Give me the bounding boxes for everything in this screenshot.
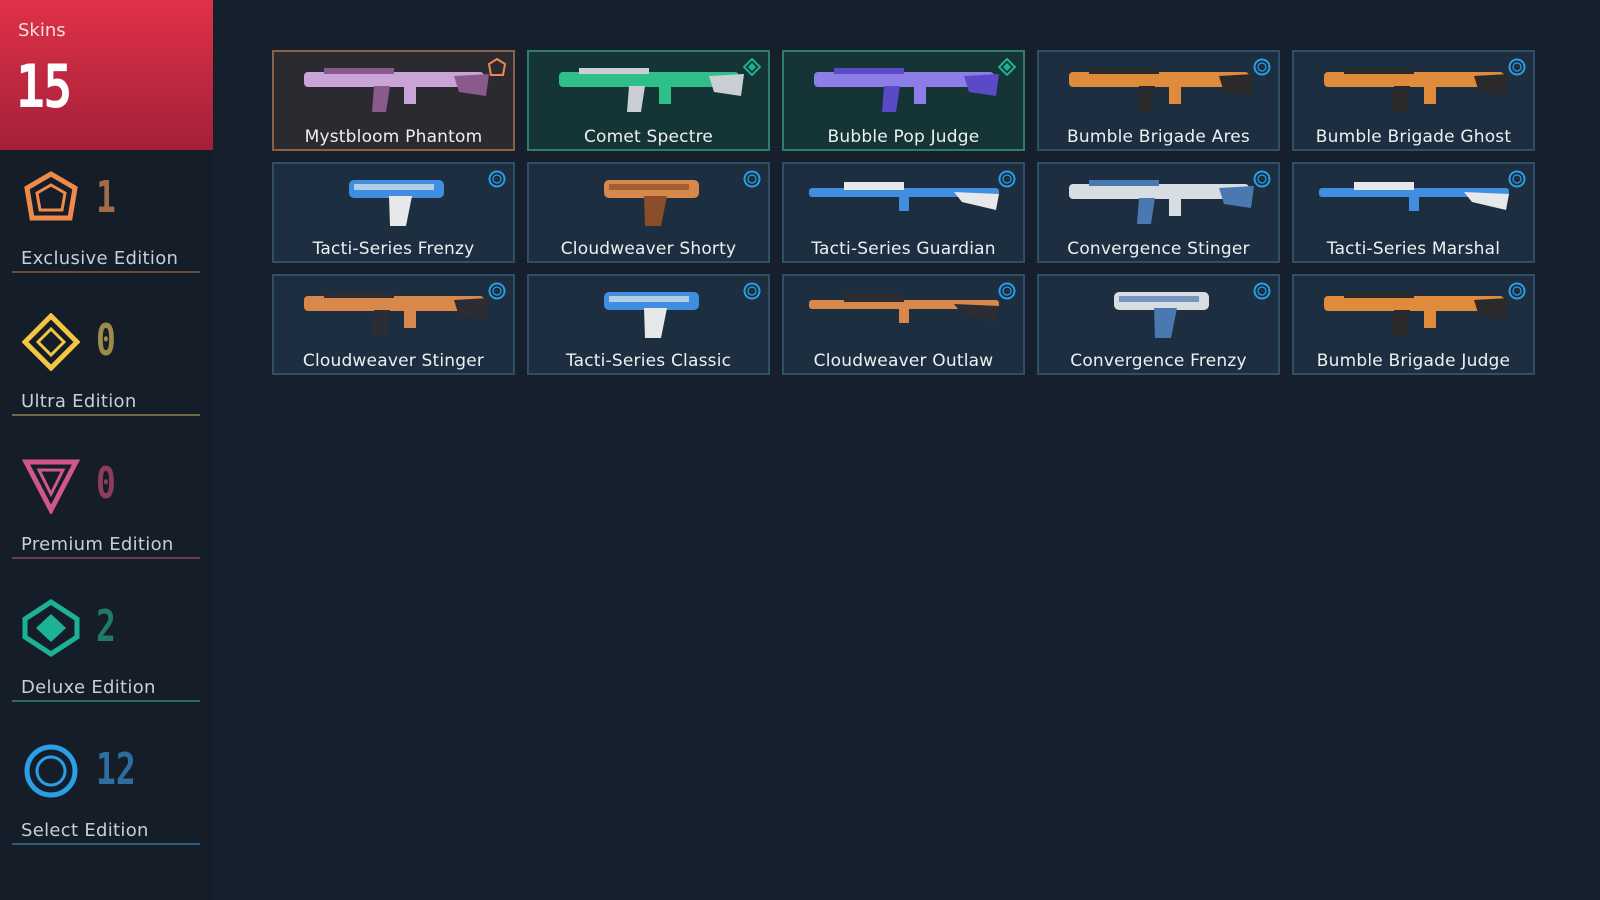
skin-name: Cloudweaver Outlaw — [813, 351, 994, 371]
select-badge-icon — [998, 170, 1016, 188]
skin-card[interactable]: Bumble Brigade Ghost — [1292, 50, 1535, 151]
tier-exclusive[interactable]: 1 Exclusive Edition — [12, 170, 202, 273]
select-circle-icon — [24, 744, 78, 798]
tier-label: Premium Edition — [21, 534, 174, 555]
deluxe-diamond-icon — [22, 599, 80, 657]
weapon-skin-image — [814, 68, 999, 112]
tier-divider — [12, 557, 200, 559]
skin-name: Bumble Brigade Ares — [1067, 127, 1250, 147]
skin-name: Cloudweaver Shorty — [560, 239, 737, 259]
edition-sidebar: Skins 15 1 Exclusive Edition 0 Ultra Edi… — [0, 0, 213, 900]
skin-card[interactable]: Bubble Pop Judge — [782, 50, 1025, 151]
skin-card[interactable]: Tacti-Series Frenzy — [272, 162, 515, 263]
tier-count: 0 — [96, 315, 116, 366]
select-badge-icon — [998, 282, 1016, 300]
weapon-skin-image — [1319, 182, 1509, 211]
weapon-skin-image — [809, 294, 999, 323]
tier-premium[interactable]: 0 Premium Edition — [12, 456, 202, 559]
skin-card[interactable]: Convergence Stinger — [1037, 162, 1280, 263]
select-badge-icon — [1253, 58, 1271, 76]
skin-name: Bubble Pop Judge — [827, 127, 980, 147]
skin-card[interactable]: Tacti-Series Classic — [527, 274, 770, 375]
weapon-skin-image — [349, 180, 444, 226]
skin-card[interactable]: Cloudweaver Stinger — [272, 274, 515, 375]
select-badge-icon — [1508, 58, 1526, 76]
select-badge-icon — [1508, 170, 1526, 188]
select-badge-icon — [488, 282, 506, 300]
tier-divider — [12, 700, 200, 702]
weapon-skin-image — [1324, 292, 1509, 336]
skins-title: Skins — [18, 20, 66, 41]
skins-total-panel: Skins 15 — [0, 0, 213, 150]
weapon-skin-image — [559, 68, 744, 112]
tier-count: 2 — [96, 601, 116, 652]
select-badge-icon — [1253, 282, 1271, 300]
weapon-skin-image — [604, 180, 699, 226]
skin-name: Tacti-Series Marshal — [1326, 239, 1501, 259]
tier-label: Ultra Edition — [21, 391, 137, 412]
skin-card[interactable]: Comet Spectre — [527, 50, 770, 151]
tier-label: Select Edition — [21, 820, 149, 841]
select-badge-icon — [743, 282, 761, 300]
skin-name: Tacti-Series Guardian — [811, 239, 996, 259]
skin-name: Convergence Frenzy — [1070, 351, 1247, 371]
select-badge-icon — [1253, 170, 1271, 188]
skin-card[interactable]: Bumble Brigade Judge — [1292, 274, 1535, 375]
skin-name: Comet Spectre — [583, 127, 714, 147]
tier-ultra[interactable]: 0 Ultra Edition — [12, 313, 202, 416]
tier-label: Exclusive Edition — [21, 248, 179, 269]
skin-card[interactable]: Bumble Brigade Ares — [1037, 50, 1280, 151]
skins-total-count: 15 — [16, 52, 72, 122]
weapon-skin-image — [1069, 180, 1254, 224]
tier-deluxe[interactable]: 2 Deluxe Edition — [12, 599, 202, 702]
weapon-skin-image — [809, 182, 999, 211]
weapon-skin-image — [1324, 68, 1509, 112]
skin-card[interactable]: Tacti-Series Marshal — [1292, 162, 1535, 263]
tier-divider — [12, 271, 200, 273]
skin-card[interactable]: Mystbloom Phantom — [272, 50, 515, 151]
select-badge-icon — [743, 170, 761, 188]
select-badge-icon — [488, 170, 506, 188]
weapon-skin-image — [304, 292, 489, 336]
tier-label: Deluxe Edition — [21, 677, 156, 698]
exclusive-pentagon-icon — [24, 171, 78, 221]
deluxe-badge-icon — [998, 58, 1016, 76]
weapon-skin-image — [604, 292, 699, 338]
weapon-skin-image — [304, 68, 489, 112]
weapon-skin-image — [1114, 292, 1209, 338]
select-badge-icon — [1508, 282, 1526, 300]
skin-card[interactable]: Cloudweaver Outlaw — [782, 274, 1025, 375]
weapon-skin-image — [1069, 68, 1254, 112]
tier-count: 0 — [96, 458, 116, 509]
tier-select[interactable]: 12 Select Edition — [12, 742, 202, 845]
premium-triangle-icon — [22, 459, 80, 514]
skin-card[interactable]: Tacti-Series Guardian — [782, 162, 1025, 263]
skin-card[interactable]: Convergence Frenzy — [1037, 274, 1280, 375]
tier-divider — [12, 843, 200, 845]
tier-divider — [12, 414, 200, 416]
skin-name: Tacti-Series Classic — [565, 351, 732, 371]
deluxe-badge-icon — [743, 58, 761, 76]
skin-name: Tacti-Series Frenzy — [312, 239, 475, 259]
skin-name: Bumble Brigade Judge — [1316, 351, 1511, 371]
exclusive-badge-icon — [488, 58, 506, 76]
tier-count: 12 — [96, 744, 136, 795]
ultra-diamond-icon — [22, 313, 80, 371]
skin-name: Mystbloom Phantom — [304, 127, 483, 147]
skin-name: Cloudweaver Stinger — [302, 351, 485, 371]
tier-count: 1 — [96, 172, 116, 223]
skin-name: Bumble Brigade Ghost — [1315, 127, 1512, 147]
skin-card[interactable]: Cloudweaver Shorty — [527, 162, 770, 263]
skin-name: Convergence Stinger — [1067, 239, 1250, 259]
